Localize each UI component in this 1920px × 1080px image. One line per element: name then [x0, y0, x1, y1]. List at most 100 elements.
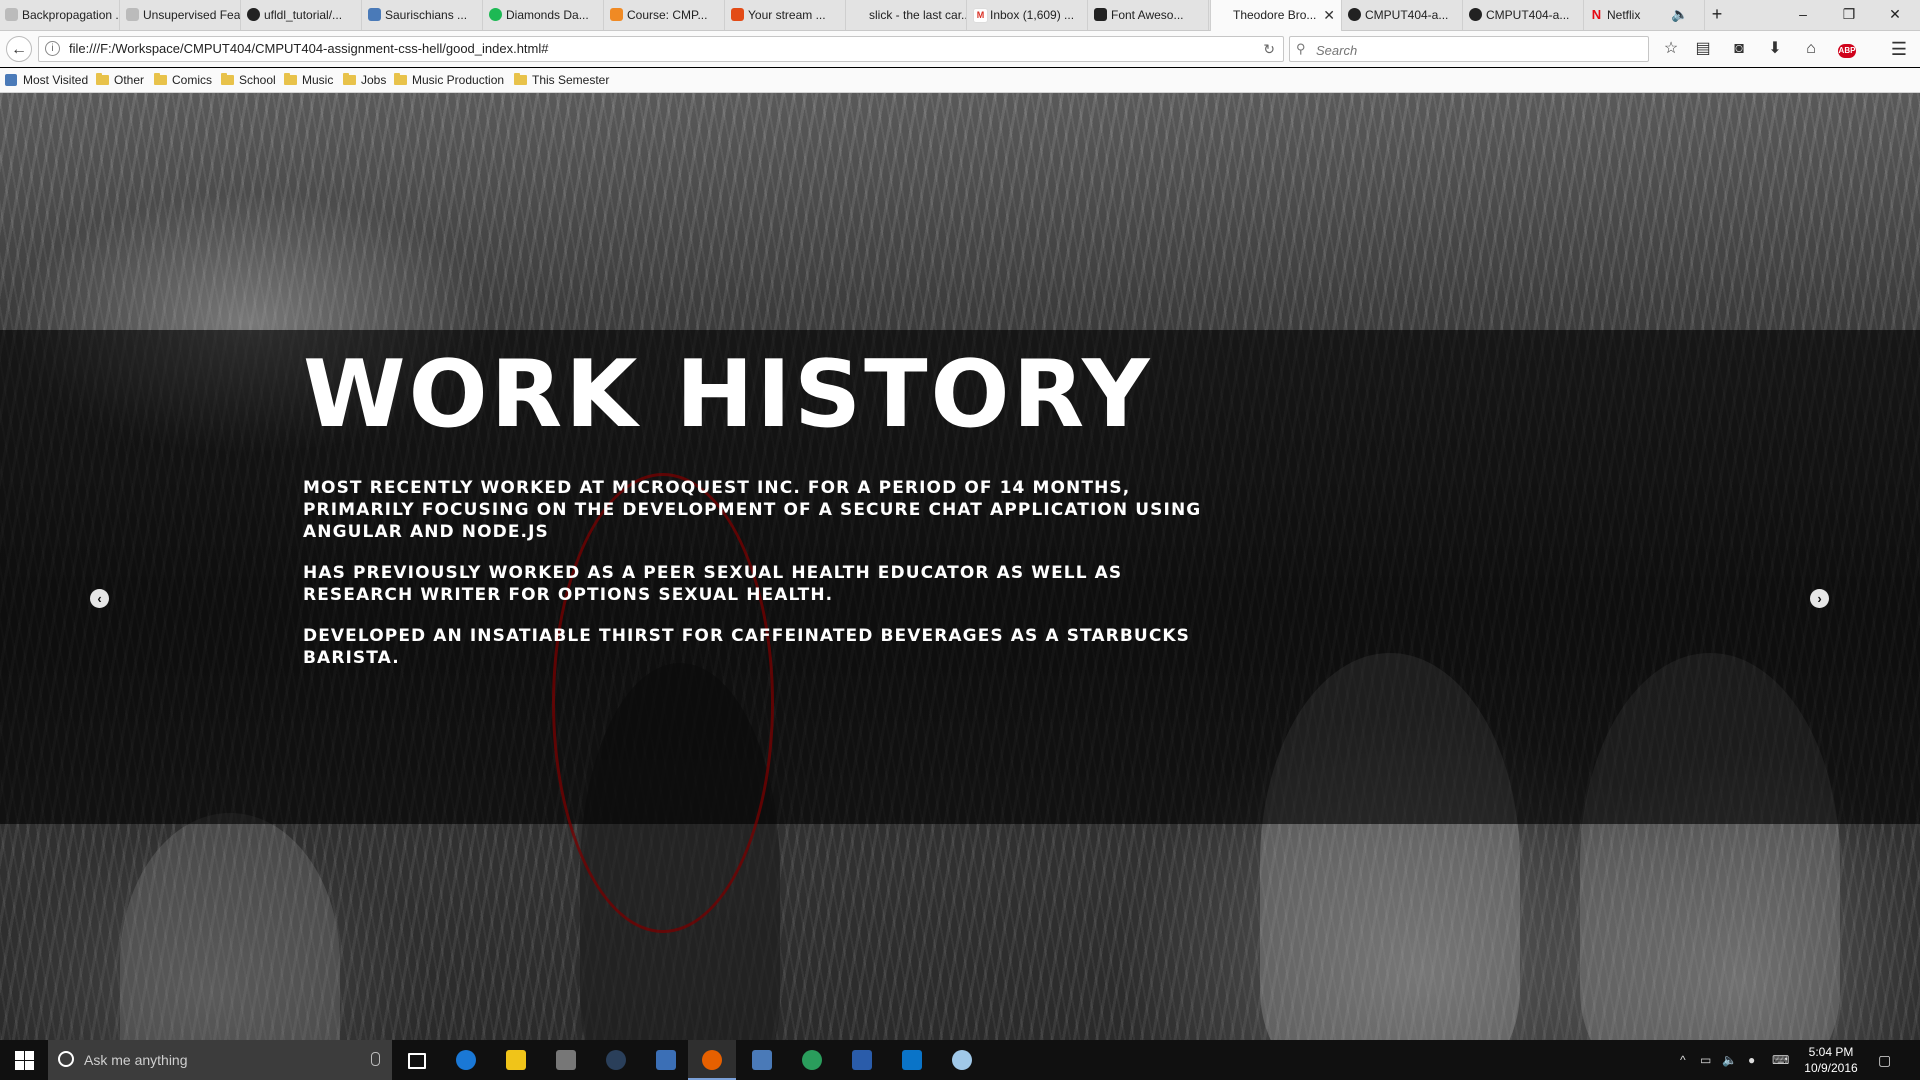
page-icon — [126, 8, 139, 21]
taskbar-app[interactable] — [938, 1040, 986, 1080]
chevron-left-icon: ‹ — [97, 591, 102, 606]
visual-studio-icon — [656, 1050, 676, 1070]
pocket-icon[interactable]: ◙ — [1726, 36, 1752, 62]
new-tab-icon[interactable]: + — [1702, 0, 1732, 30]
firefox-icon — [702, 1050, 722, 1070]
taskbar-app[interactable] — [592, 1040, 640, 1080]
home-icon[interactable]: ⌂ — [1798, 36, 1824, 62]
tab[interactable]: CMPUT404-a... — [1464, 0, 1584, 30]
gmail-icon: M — [973, 8, 988, 23]
close-window-icon[interactable]: ✕ — [1872, 0, 1918, 30]
page-icon — [1216, 8, 1229, 21]
tab[interactable]: CMPUT404-a... — [1343, 0, 1463, 30]
bookmark-folder[interactable]: School — [221, 68, 276, 92]
action-center-icon[interactable]: ▢ — [1878, 1040, 1891, 1080]
cortana-search-text[interactable]: Ask me anything — [84, 1040, 188, 1080]
slide-paragraph: DEVELOPED AN INSATIABLE THIRST FOR CAFFE… — [303, 626, 1191, 668]
back-button[interactable]: ← — [6, 36, 32, 62]
taskbar-app-active[interactable] — [688, 1040, 736, 1080]
tab[interactable]: Saurischians ... — [363, 0, 483, 30]
github-icon — [247, 8, 260, 21]
taskbar-app[interactable] — [642, 1040, 690, 1080]
search-box[interactable]: ⚲ — [1289, 36, 1649, 62]
tab[interactable]: Font Aweso... — [1089, 0, 1209, 30]
tab[interactable]: Diamonds Da... — [484, 0, 604, 30]
tab[interactable]: Unsupervised Fea... — [121, 0, 241, 30]
folder-icon — [221, 73, 234, 85]
bookmark-folder[interactable]: Comics — [154, 68, 212, 92]
github-icon — [1348, 8, 1361, 21]
restore-icon[interactable]: ❐ — [1826, 0, 1872, 30]
bookmark-star-icon[interactable]: ☆ — [1658, 36, 1684, 62]
task-view-icon — [408, 1053, 426, 1069]
photoshop-icon — [902, 1050, 922, 1070]
folder-icon — [154, 73, 167, 85]
taskbar-app[interactable] — [888, 1040, 936, 1080]
folder-icon — [514, 73, 527, 85]
file-explorer-icon — [506, 1050, 526, 1070]
clock-date: 10/9/2016 — [1804, 1061, 1858, 1075]
folder-icon — [284, 73, 297, 85]
weather-icon[interactable]: ● — [1748, 1040, 1755, 1080]
edge-icon — [456, 1050, 476, 1070]
tab[interactable]: ufldl_tutorial/... — [242, 0, 362, 30]
taskbar-app[interactable] — [838, 1040, 886, 1080]
bookmarks-toolbar: Most Visited Other Comics School Music J… — [0, 68, 1920, 93]
tab[interactable]: Your stream ... — [726, 0, 846, 30]
github-icon — [1469, 8, 1482, 21]
background-figure — [120, 813, 340, 1040]
minimize-icon[interactable]: – — [1780, 0, 1826, 30]
windows-taskbar: Ask me anything ^ ▭ 🔈 ● ⌨ 5:04 PM 10/9/2… — [0, 1040, 1920, 1080]
folder-icon — [394, 73, 407, 85]
bookmark-folder[interactable]: Jobs — [343, 68, 386, 92]
taskbar-app[interactable] — [492, 1040, 540, 1080]
system-clock[interactable]: 5:04 PM 10/9/2016 — [1795, 1044, 1867, 1076]
keyboard-icon[interactable]: ⌨ — [1772, 1040, 1789, 1080]
taskbar-app[interactable] — [542, 1040, 590, 1080]
tab[interactable]: Course: CMP... — [605, 0, 725, 30]
cortana-search[interactable]: Ask me anything — [48, 1040, 392, 1080]
chevron-right-icon: › — [1817, 591, 1822, 606]
close-tab-icon[interactable]: ✕ — [1323, 0, 1335, 30]
search-input[interactable] — [1314, 39, 1638, 61]
download-icon[interactable]: ⬇ — [1762, 36, 1788, 62]
folder-icon — [343, 73, 356, 85]
network-tray-icon[interactable]: ▭ — [1700, 1040, 1711, 1080]
bookmark-folder[interactable]: Music Production — [394, 68, 504, 92]
taskbar-app[interactable] — [738, 1040, 786, 1080]
microphone-icon[interactable] — [371, 1052, 380, 1066]
menu-icon[interactable]: ☰ — [1886, 36, 1912, 62]
slide-title: WORK HISTORY — [303, 340, 1153, 448]
info-icon[interactable]: i — [45, 41, 60, 56]
url-bar[interactable]: i file:///F:/Workspace/CMPUT404/CMPUT404… — [38, 36, 1284, 62]
stream-icon — [731, 8, 744, 21]
taskbar-app[interactable] — [788, 1040, 836, 1080]
start-button[interactable] — [0, 1040, 48, 1080]
bookmark-folder[interactable]: This Semester — [514, 68, 609, 92]
show-hidden-icons[interactable]: ^ — [1680, 1040, 1686, 1080]
volume-icon[interactable]: 🔈 — [1722, 1040, 1737, 1080]
most-visited-icon — [5, 74, 17, 86]
bookmark-most-visited[interactable]: Most Visited — [5, 68, 88, 92]
task-view-button[interactable] — [392, 1040, 440, 1080]
tab[interactable]: M Inbox (1,609) ... — [968, 0, 1088, 30]
search-icon: ⚲ — [1296, 41, 1306, 56]
reload-icon[interactable]: ↻ — [1263, 37, 1275, 61]
page-icon — [5, 8, 18, 21]
tab[interactable]: slick - the last car... — [847, 0, 967, 30]
bookmarks-list-icon[interactable]: ▤ — [1690, 36, 1716, 62]
netflix-icon: N — [1591, 7, 1602, 22]
tab[interactable]: Backpropagation ... — [0, 0, 120, 30]
carousel-next-button[interactable]: › — [1810, 589, 1829, 608]
adblock-icon[interactable]: ABP — [1834, 36, 1860, 62]
tab-active[interactable]: Theodore Bro... ✕ — [1210, 0, 1342, 31]
bookmark-folder[interactable]: Other — [96, 68, 144, 92]
url-text[interactable]: file:///F:/Workspace/CMPUT404/CMPUT404-a… — [69, 37, 549, 61]
carousel-prev-button[interactable]: ‹ — [90, 589, 109, 608]
paint-icon — [952, 1050, 972, 1070]
taskbar-app[interactable] — [442, 1040, 490, 1080]
powershell-icon — [852, 1050, 872, 1070]
tab-strip: Backpropagation ... Unsupervised Fea... … — [0, 0, 1920, 31]
speaker-icon[interactable]: 🔈 — [1666, 0, 1694, 30]
bookmark-folder[interactable]: Music — [284, 68, 333, 92]
